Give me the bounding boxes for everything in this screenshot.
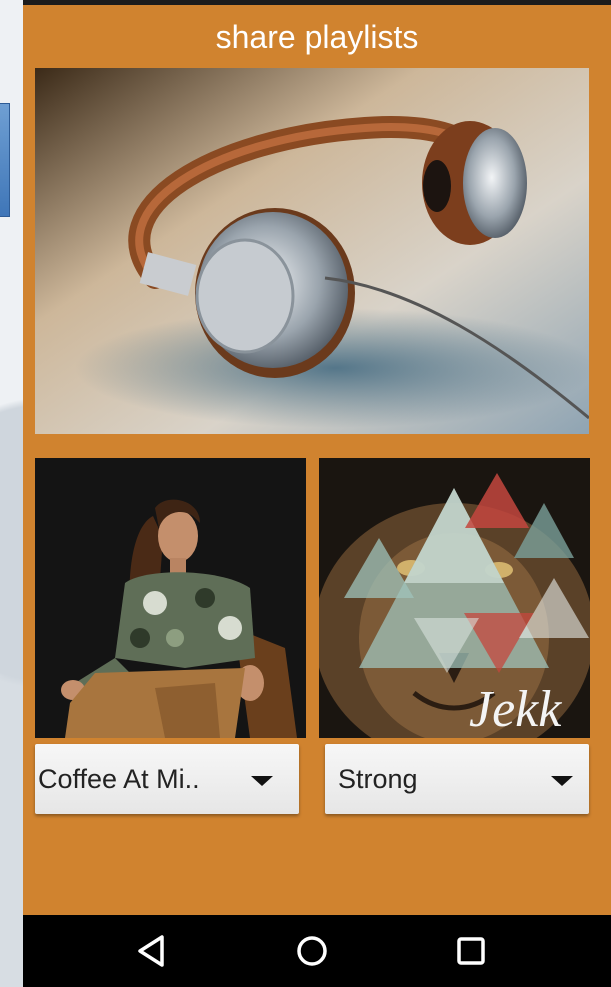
recent-apps-icon[interactable]	[447, 927, 495, 975]
page-title: share playlists	[215, 19, 419, 55]
chevron-down-icon	[251, 776, 273, 786]
album-art-lettering: Jekk	[469, 681, 562, 738]
status-bar-edge	[23, 0, 611, 5]
woman-portrait-image	[35, 458, 306, 738]
lion-triangles-image: Jekk	[319, 458, 590, 738]
navigation-bar	[23, 915, 611, 987]
playlist-select-right[interactable]: Strong	[325, 744, 589, 814]
phone-screen: share playlists Jekk Coffee At Mi.. Stro…	[23, 0, 611, 987]
headphones-image	[35, 68, 589, 434]
side-panel-tab[interactable]	[0, 103, 10, 217]
chevron-down-icon	[551, 776, 573, 786]
playlist-select-right-value: Strong	[338, 764, 418, 794]
playlist-select-left-value: Coffee At Mi..	[38, 764, 200, 794]
home-icon[interactable]	[288, 927, 336, 975]
playlist-select-left[interactable]: Coffee At Mi..	[35, 744, 299, 814]
back-icon[interactable]	[128, 927, 176, 975]
